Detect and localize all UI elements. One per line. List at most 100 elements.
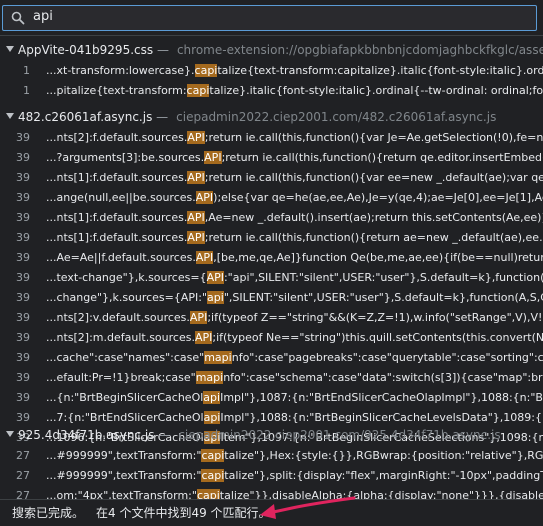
search-query: api [33,9,53,24]
match-row[interactable]: 39 ...ange(null,ee||be.sources.API);else{… [0,188,543,208]
match-row[interactable]: 1 ...pitalize{text-transform:capitalize}.… [0,81,543,101]
file-path: ciepadmin2022.ciep2001.com/482.c26061af.… [176,110,497,124]
annotation-arrow-icon [260,496,356,519]
match-text: ...7:{n:"BrtEndSlicerCacheOlapiImpl"},10… [46,411,543,424]
match-prefix: ...?arguments[3]:be.sources. [46,151,205,164]
file-path: chrome-extension://opgbiafapkbbnbnjcdomj… [176,43,543,57]
match-row[interactable]: 27 ...#999999",textTransform:"capitalize"… [0,446,543,466]
match-text: ...?arguments[3]:be.sources.API;return i… [46,151,543,164]
match-text: ...nts[1]:f.default.sources.API;return i… [46,171,543,184]
match-highlight: API [195,251,214,264]
match-suffix: ,Ae=new _.default().insert(ae);return th… [204,211,543,224]
match-highlight: API [187,131,205,144]
match-text: ...cache":case"names":case"mapinfo":case… [46,351,543,364]
match-prefix: ...{n:"BrtBeginSlicerCacheOl [46,391,204,404]
match-highlight: API [204,151,222,164]
match-row[interactable]: 39 ...change"},k.sources={API:"api",SILEN… [0,288,543,308]
match-suffix: nfo":case"schema":case"data":switch(s[3]… [223,371,543,384]
chevron-down-icon[interactable] [6,46,14,52]
match-row[interactable]: 39 ...efault:Pr=!1}break;case"mapinfo":ca… [0,368,543,388]
match-row[interactable]: 27 ...#999999",textTransform:"capitalize"… [0,466,543,486]
match-suffix: talize"},Hex:{style:{}},RGBwrap:{positio… [224,449,543,462]
match-row[interactable]: 39 ...nts[1]:f.default.sources.API;return… [0,168,543,188]
status-summary: 在4 个文件中找到49 个匹配行。 [96,506,271,520]
line-number: 39 [16,211,30,224]
line-number: 39 [16,391,30,404]
file-separator: — [153,43,169,57]
match-prefix: ...ange(null,ee||be.sources. [46,191,196,204]
match-prefix: ...nts[1]:f.default.sources. [46,211,188,224]
match-highlight: api [207,291,224,304]
file-separator: — [154,428,171,442]
line-number: 39 [16,351,30,364]
file-header[interactable]: AppVite-041b9295.css — chrome-extension:/… [0,40,543,60]
match-row[interactable]: 39 ...nts[1]:f.default.sources.API;return… [0,228,543,248]
match-text: ...#999999",textTransform:"capitalize"},… [46,469,543,482]
match-highlight: API [187,171,205,184]
match-text: ...pitalize{text-transform:capitalize}.i… [46,84,543,97]
match-text: ...nts[2]:f.default.sources.API;return i… [46,131,543,144]
match-suffix: talize}.italic{font-style:italic}.ordina… [209,84,543,97]
file-name: AppVite-041b9295.css [18,43,154,57]
line-number: 27 [16,489,30,499]
match-prefix: ...cache":case"names":case" [46,351,205,364]
file-header[interactable]: 482.c26061af.async.js — ciepadmin2022.cie… [0,107,543,127]
line-number: 27 [16,449,30,462]
match-prefix: ...xt-transform:lowercase}. [46,64,195,77]
match-prefix: ...nts[1]:f.default.sources. [46,171,188,184]
status-complete: 搜索已完成。 [12,506,85,520]
match-row[interactable]: 39 ...nts[2]:v.default.sources.API;if(typ… [0,308,543,328]
chevron-down-icon[interactable] [6,431,14,437]
match-highlight: mapi [195,371,224,384]
match-prefix: ...nts[2]:v.default.sources. [46,311,190,324]
match-suffix: nfo":case"pagebreaks":case"querytable":c… [231,351,543,364]
match-text: ...xt-transform:lowercase}.capitalize{te… [46,64,543,77]
match-suffix: ;return ie.call(this,function(){var Je=A… [204,131,543,144]
match-prefix: ...text-change"},k.sources={ [46,271,207,284]
line-number: 39 [16,251,30,264]
match-suffix: ;return ie.call(this,function(){var ee=n… [204,171,543,184]
match-prefix: ...efault:Pr=!1}break;case" [46,371,196,384]
match-suffix: ",SILENT:"silent",USER:"user"},S.default… [223,291,543,304]
file-header[interactable]: 925.4d34f71b.async.js — ciepadmin2022.cie… [0,425,543,445]
match-text: ...Ae=Ae||f.default.sources.API,[be,me,q… [46,251,543,264]
match-row[interactable]: 39 ...cache":case"names":case"mapinfo":ca… [0,348,543,368]
match-row[interactable]: 39 ...nts[2]:m.default.sources.API;if(typ… [0,328,543,348]
match-prefix: ...nts[2]:f.default.sources. [46,131,188,144]
match-text: ...ange(null,ee||be.sources.API);else{va… [46,191,543,204]
match-text: ...nts[2]:m.default.sources.API;if(typeo… [46,331,543,344]
match-row[interactable]: 39 ...{n:"BrtBeginSlicerCacheOlapiImpl"},… [0,388,543,408]
match-highlight: API [189,311,208,324]
match-row[interactable]: 39 ...text-change"},k.sources={API:"api",… [0,268,543,288]
match-row[interactable]: 39 ...nts[1]:f.default.sources.API,Ae=new… [0,208,543,228]
match-highlight: capi [201,469,225,482]
search-results: AppVite-041b9295.css — chrome-extension:/… [0,37,543,499]
match-row[interactable]: 39 ...Ae=Ae||f.default.sources.API,[be,me… [0,248,543,268]
match-row[interactable]: 39 ...?arguments[3]:be.sources.API;return… [0,148,543,168]
file-separator: — [152,110,169,124]
match-text: ...#999999",textTransform:"capitalize"},… [46,449,543,462]
line-number: 39 [16,291,30,304]
match-text: ...nts[1]:f.default.sources.API,Ae=new _… [46,211,543,224]
match-highlight: API [187,231,205,244]
match-highlight: api [203,391,221,404]
search-bar: api [0,0,543,36]
file-path: ciepadmin2022.ciep2001.com/925.4d34f71b.… [178,428,501,442]
match-suffix: ;if(typeof Ne=="string")this.quill.setCo… [212,331,543,344]
line-number: 1 [23,84,30,97]
line-number: 39 [16,271,30,284]
match-highlight: API [195,191,214,204]
match-row[interactable]: 39 ...nts[2]:f.default.sources.API;return… [0,128,543,148]
line-number: 39 [16,171,30,184]
file-name: 482.c26061af.async.js [18,110,153,124]
match-suffix: :"api",SILENT:"silent",USER:"user"},S.de… [223,271,543,284]
match-highlight: API [187,211,205,224]
match-highlight: api [203,411,221,424]
chevron-down-icon[interactable] [6,113,14,119]
search-input[interactable]: api [2,5,537,31]
line-number: 39 [16,331,30,344]
match-row[interactable]: 1 ...xt-transform:lowercase}.capitalize{t… [0,61,543,81]
match-text: ...{n:"BrtBeginSlicerCacheOlapiImpl"},10… [46,391,543,404]
line-number: 39 [16,151,30,164]
match-highlight: capi [186,84,210,97]
